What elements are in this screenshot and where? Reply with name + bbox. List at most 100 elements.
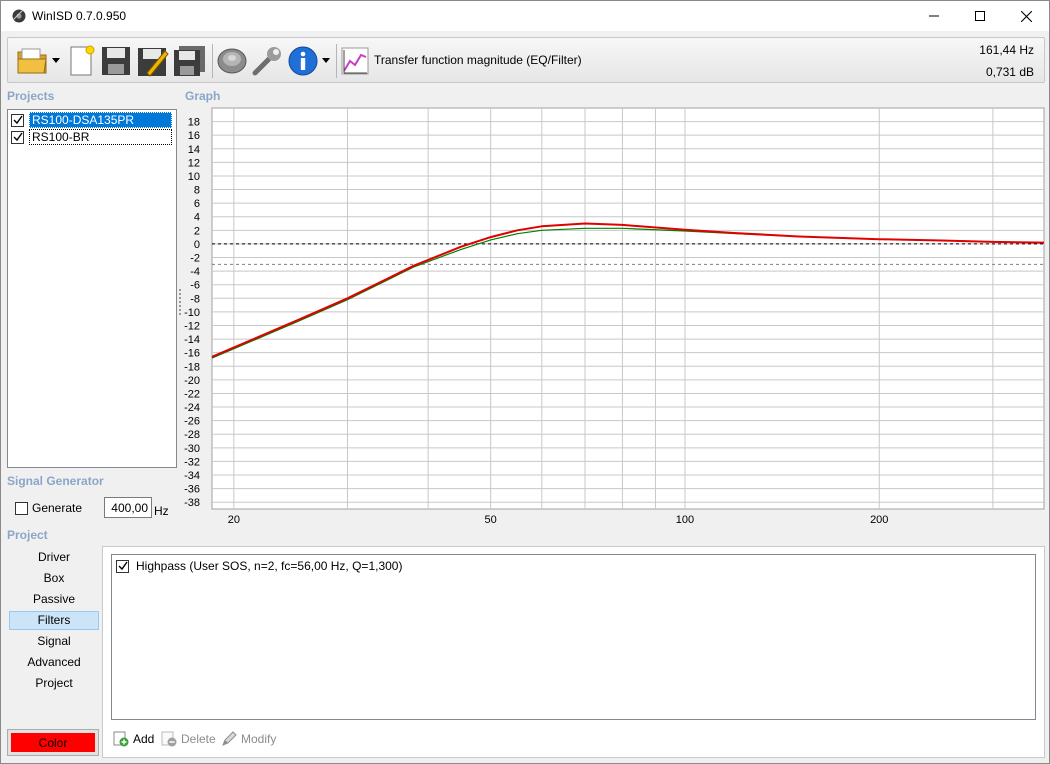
project-section-title: Project xyxy=(7,528,48,542)
minimize-icon xyxy=(929,15,939,17)
graph-title: Graph xyxy=(185,89,221,103)
close-button[interactable] xyxy=(1003,1,1049,31)
checkmark-icon xyxy=(13,132,23,142)
y-tick-label: 18 xyxy=(188,117,200,129)
checkmark-icon xyxy=(118,561,128,571)
y-tick-label: 4 xyxy=(194,212,200,224)
save-as-button[interactable] xyxy=(136,43,170,79)
y-tick-label: -32 xyxy=(184,456,200,468)
add-filter-button[interactable]: Add xyxy=(113,731,154,747)
nav-project[interactable]: Project xyxy=(9,674,99,693)
frequency-unit: Hz xyxy=(154,504,169,518)
list-item[interactable]: RS100-BR xyxy=(11,129,172,145)
y-tick-label: -28 xyxy=(184,429,200,441)
delete-filter-button[interactable]: Delete xyxy=(161,731,216,747)
nav-filters[interactable]: Filters xyxy=(9,611,99,630)
new-button[interactable] xyxy=(66,43,98,79)
generate-checkbox[interactable] xyxy=(15,501,28,515)
save-all-button[interactable] xyxy=(172,43,208,79)
maximize-icon xyxy=(975,11,985,21)
title-bar: WinISD 0.7.0.950 xyxy=(1,1,1049,31)
nav-passive-radiator[interactable]: Passive Radiator xyxy=(9,590,99,625)
save-all-icon xyxy=(174,46,205,76)
projects-list[interactable]: RS100-DSA135PR RS100-BR xyxy=(7,109,177,468)
project-label[interactable]: RS100-DSA135PR xyxy=(29,112,172,128)
y-tick-label: -14 xyxy=(184,334,200,346)
y-tick-label: -20 xyxy=(184,375,200,387)
generator-frequency-input[interactable]: 400,00 xyxy=(104,497,152,518)
cursor-level-readout: 0,731 dB xyxy=(985,65,1034,79)
y-tick-label: -34 xyxy=(184,470,200,482)
open-folder-icon xyxy=(17,48,47,74)
save-button[interactable] xyxy=(100,43,132,79)
y-tick-label: -12 xyxy=(184,320,200,332)
nav-advanced[interactable]: Advanced xyxy=(9,653,99,672)
info-icon xyxy=(288,46,318,76)
y-tick-label: -2 xyxy=(190,253,200,265)
x-tick-label: 50 xyxy=(485,514,497,525)
pencil-icon xyxy=(222,731,237,746)
chevron-down-icon xyxy=(52,58,60,63)
modify-label: Modify xyxy=(241,732,277,746)
color-swatch: Color xyxy=(11,733,95,752)
y-tick-label: 2 xyxy=(194,225,200,237)
tools-button[interactable] xyxy=(250,43,284,79)
response-chart[interactable]: 181614121086420-2-4-6-8-10-12-14-16-18-2… xyxy=(181,105,1047,526)
driver-button[interactable] xyxy=(214,43,250,79)
minimize-button[interactable] xyxy=(911,1,957,31)
window-title: WinISD 0.7.0.950 xyxy=(32,9,127,23)
save-icon xyxy=(102,47,130,75)
nav-box[interactable]: Box xyxy=(9,569,99,588)
modify-filter-button[interactable]: Modify xyxy=(221,731,276,747)
generate-row[interactable]: Generate xyxy=(15,501,82,515)
save-edit-icon xyxy=(138,48,169,77)
y-tick-label: -6 xyxy=(190,280,200,292)
project-checkbox[interactable] xyxy=(11,130,24,144)
graph-type-button[interactable] xyxy=(340,43,370,79)
toolbar-separator xyxy=(336,44,337,78)
y-tick-label: 6 xyxy=(194,198,200,210)
filter-checkbox[interactable] xyxy=(116,559,129,573)
y-tick-label: -30 xyxy=(184,443,200,455)
checkmark-icon xyxy=(13,115,23,125)
color-button[interactable]: Color xyxy=(7,729,99,756)
y-tick-label: -4 xyxy=(190,266,200,278)
toolbar: Transfer function magnitude (EQ/Filter) … xyxy=(7,37,1045,83)
x-tick-label: 20 xyxy=(228,514,240,525)
add-icon xyxy=(113,731,129,747)
y-tick-label: -38 xyxy=(184,497,200,509)
y-tick-label: -8 xyxy=(190,293,200,305)
info-button[interactable] xyxy=(286,43,332,79)
y-tick-label: 10 xyxy=(188,171,200,183)
y-tick-label: 12 xyxy=(188,157,200,169)
project-checkbox[interactable] xyxy=(11,113,24,127)
nav-driver[interactable]: Driver xyxy=(9,548,99,567)
y-tick-label: -26 xyxy=(184,416,200,428)
x-tick-label: 100 xyxy=(676,514,694,525)
delete-label: Delete xyxy=(181,732,216,746)
toolbar-separator xyxy=(212,44,213,78)
close-icon xyxy=(1020,10,1032,22)
nav-signal[interactable]: Signal xyxy=(9,632,99,651)
y-tick-label: -10 xyxy=(184,307,200,319)
y-tick-label: 8 xyxy=(194,185,200,197)
cursor-frequency-readout: 161,44 Hz xyxy=(979,43,1034,57)
x-tick-label: 200 xyxy=(870,514,888,525)
list-item[interactable]: Highpass (User SOS, n=2, fc=56,00 Hz, Q=… xyxy=(116,559,402,573)
graph-area[interactable]: 18 16 14 12 10 8 6 4 2 0 -2 -4 -6 -8 -10 -12 -14 -16 -18 -2… xyxy=(181,105,1047,526)
filters-list[interactable]: Highpass (User SOS, n=2, fc=56,00 Hz, Q=… xyxy=(111,554,1036,720)
maximize-button[interactable] xyxy=(957,1,1003,31)
tools-icon xyxy=(252,47,281,76)
speaker-app-icon xyxy=(12,9,26,23)
y-tick-label: -36 xyxy=(184,484,200,496)
driver-icon xyxy=(217,48,247,74)
project-label[interactable]: RS100-BR xyxy=(29,129,172,145)
delete-icon xyxy=(161,731,177,747)
generate-label[interactable]: Generate xyxy=(32,501,82,515)
y-tick-label: 16 xyxy=(188,130,200,142)
list-item[interactable]: RS100-DSA135PR xyxy=(11,112,172,128)
new-document-icon xyxy=(70,45,95,76)
projects-title: Projects xyxy=(7,89,55,103)
open-button[interactable] xyxy=(14,43,62,79)
filter-label[interactable]: Highpass (User SOS, n=2, fc=56,00 Hz, Q=… xyxy=(136,559,402,573)
